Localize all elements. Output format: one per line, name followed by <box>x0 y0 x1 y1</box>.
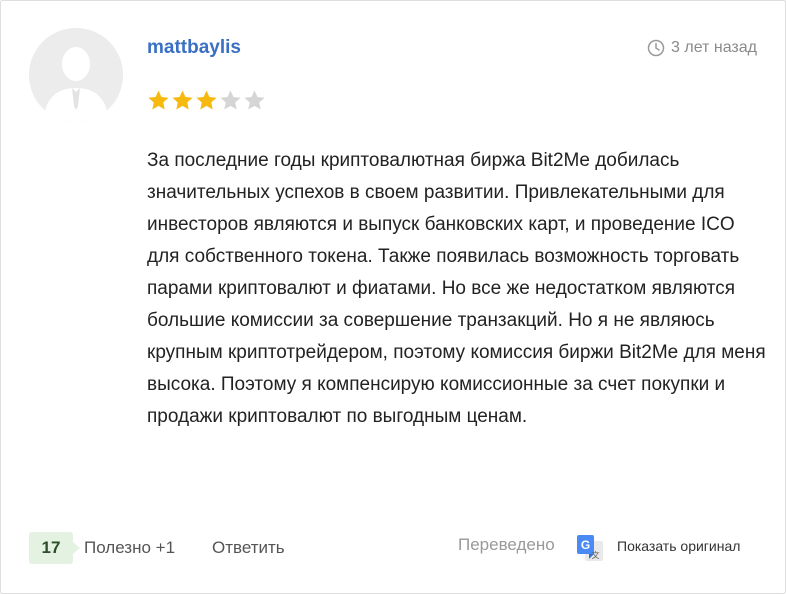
username-link[interactable]: mattbaylis <box>147 37 241 59</box>
clock-icon <box>647 39 665 57</box>
reply-button[interactable]: Ответить <box>212 538 285 558</box>
star-filled-icon <box>196 90 217 110</box>
star-empty-icon <box>220 90 241 110</box>
time-ago-text: 3 лет назад <box>671 39 757 56</box>
default-user-avatar-icon <box>29 28 123 122</box>
useful-button[interactable]: Полезно +1 <box>84 538 175 558</box>
translated-label: Переведено <box>458 535 555 554</box>
avatar[interactable] <box>29 28 123 122</box>
star-rating <box>147 89 266 112</box>
show-original-link[interactable]: Показать оригинал <box>617 538 740 554</box>
review-time: 3 лет назад <box>647 39 757 57</box>
vote-count: 17 <box>41 538 61 557</box>
star-empty-icon <box>244 90 265 110</box>
review-body: За последние годы криптовалютная биржа B… <box>147 150 766 427</box>
star-filled-icon <box>172 90 193 110</box>
svg-text:文: 文 <box>592 550 600 560</box>
star-filled-icon <box>148 90 169 110</box>
svg-text:G: G <box>581 538 590 552</box>
review-card: mattbaylis 3 лет назад За последние годы… <box>0 0 786 594</box>
review-text: За последние годы криптовалютная биржа B… <box>147 145 767 433</box>
google-translate-icon: G 文 <box>577 535 603 561</box>
vote-count-badge: 17 <box>29 532 80 564</box>
